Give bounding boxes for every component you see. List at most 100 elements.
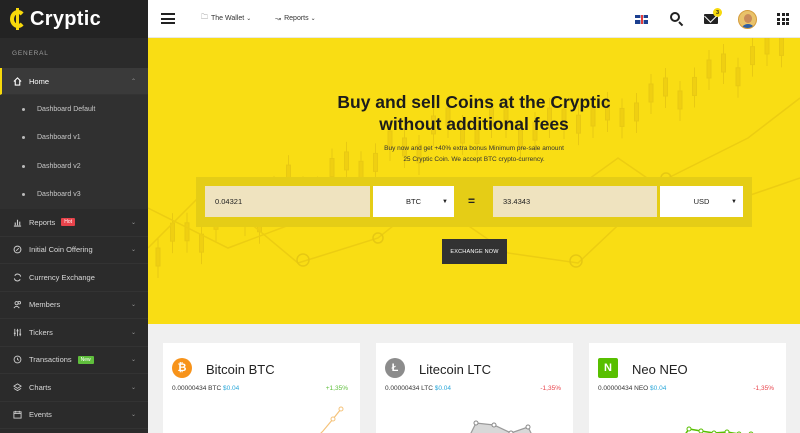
cryptic-logo-icon (10, 8, 26, 30)
mail-icon[interactable]: 3 (704, 8, 722, 24)
litecoin-icon: Ł (385, 358, 405, 378)
calendar-icon (12, 410, 23, 419)
chevron-down-icon: ⌄ (130, 412, 136, 419)
to-currency-value: USD (693, 197, 710, 206)
coin-name: Neo NEO (632, 362, 688, 377)
hero-title: Buy and sell Coins at the Cryptic withou… (148, 91, 800, 135)
hero-subtitle: Buy now and get +40% extra bonus Minimum… (368, 143, 580, 165)
sidebar-item-initial-coin-offering[interactable]: Initial Coin Offering ⌄ (0, 237, 148, 264)
coin-amount-value: 0.00000434 BTC (172, 385, 222, 392)
sidebar-item-members[interactable]: Members ⌄ (0, 292, 148, 319)
search-icon[interactable] (670, 12, 684, 27)
transactions-icon (12, 355, 23, 364)
sidebar-subitem-dashboard-v2[interactable]: Dashboard v2 (0, 152, 148, 181)
sidebar-item-label: Home (29, 76, 50, 86)
from-currency-value: BTC (406, 197, 421, 206)
caret-down-icon: ▼ (442, 198, 448, 205)
litecoin-sparkline (470, 420, 532, 433)
from-currency-select[interactable]: BTC ▼ (373, 186, 454, 217)
sidebar-item-label: Charts (29, 382, 52, 392)
coin-usd-value: $0.04 (434, 385, 452, 392)
bullet-icon (22, 164, 25, 168)
notification-badge: 3 (713, 8, 722, 17)
bitcoin-icon: ₿ (172, 358, 192, 378)
sidebar-item-events[interactable]: Events ⌄ (0, 402, 148, 429)
sidebar-item-label: Transactions (29, 355, 72, 365)
sidebar-item-label: Reports (29, 217, 56, 227)
coin-card-neo[interactable]: N Neo NEO 0.00000434 NEO $0.04 -1,35% (589, 343, 786, 433)
users-icon (12, 300, 23, 309)
coin-icon (12, 245, 23, 254)
sidebar-subitem-label: Dashboard v1 (37, 134, 81, 142)
sidebar-section-label: GENERAL (12, 50, 49, 57)
coin-usd-value: $0.04 (222, 385, 240, 392)
sidebar-item-tickers[interactable]: Tickers ⌄ (0, 319, 148, 347)
home-icon (12, 76, 23, 86)
to-currency-select[interactable]: USD ▼ (660, 186, 743, 217)
menu-toggle-icon[interactable] (161, 11, 175, 27)
sidebar-subitem-dashboard-v1[interactable]: Dashboard v1 (0, 123, 148, 152)
brand-logo[interactable]: Cryptic (0, 0, 148, 38)
caret-down-icon: ▼ (731, 198, 737, 205)
equals-sign: = (468, 194, 476, 208)
coin-amount-value: 0.00000434 NEO (598, 385, 649, 392)
wallet-menu[interactable]: 🗀 The Wallet ⌄ (201, 13, 251, 24)
sidebar-subitem-label: Dashboard Default (37, 105, 96, 113)
reports-menu-label: Reports (284, 15, 309, 22)
hero-title-line-2: without additional fees (379, 114, 569, 134)
chart-icon: ↝ (275, 15, 282, 23)
exchange-form: 0.04321 BTC ▼ = 33.4343 USD ▼ (196, 177, 752, 227)
chevron-down-icon: ⌄ (130, 219, 136, 226)
avatar[interactable] (738, 9, 757, 29)
sidebar-item-label: Initial Coin Offering (29, 245, 93, 255)
sliders-icon (12, 328, 23, 337)
hero-section: Buy and sell Coins at the Cryptic withou… (148, 38, 800, 324)
bullet-icon (22, 193, 25, 197)
wallet-menu-label: The Wallet (211, 15, 245, 22)
neo-sparkline (685, 426, 754, 433)
hot-badge: Hot (61, 218, 76, 227)
sidebar-item-transactions[interactable]: Transactions New ⌄ (0, 347, 148, 374)
bullet-icon (22, 136, 25, 140)
exchange-now-button[interactable]: EXCHANGE NOW (442, 239, 507, 264)
sidebar-subitem-label: Dashboard v2 (37, 162, 81, 170)
bar-chart-icon (12, 218, 23, 227)
sidebar-item-label: Events (29, 410, 52, 420)
hero-subtitle-line-2: 25 Cryptic Coin. We accept BTC crypto-cu… (403, 156, 545, 163)
apps-grid-icon[interactable] (777, 13, 789, 25)
sidebar-item-charts[interactable]: Charts ⌄ (0, 374, 148, 402)
coin-change: +1,35% (325, 385, 348, 392)
coin-card-bitcoin[interactable]: ₿ Bitcoin BTC 0.00000434 BTC $0.04 +1,35… (163, 343, 360, 433)
sidebar-subitem-dashboard-v3[interactable]: Dashboard v3 (0, 180, 148, 209)
to-amount-input[interactable]: 33.4343 (493, 186, 657, 217)
chevron-down-icon: ⌄ (310, 16, 316, 22)
coin-usd-value: $0.04 (650, 385, 667, 392)
bitcoin-sparkline (320, 406, 344, 433)
coin-amount-value: 0.00000434 LTC (385, 385, 433, 392)
coin-amount: 0.00000434 BTC $0.04 (172, 385, 239, 392)
chevron-down-icon: ⌄ (130, 247, 136, 254)
sidebar-item-label: Tickers (29, 327, 53, 337)
chevron-down-icon: ⌄ (130, 357, 136, 364)
reports-menu[interactable]: ↝ Reports ⌄ (275, 15, 315, 23)
coin-name: Litecoin LTC (419, 362, 492, 377)
sidebar-subitem-label: Dashboard v3 (37, 191, 81, 199)
coin-change: -1,35% (540, 385, 561, 392)
layers-icon (12, 383, 23, 392)
sidebar: Cryptic GENERAL Home ⌃ Dashboard Default… (0, 0, 148, 433)
coin-change: -1,35% (753, 385, 774, 392)
uk-flag-icon[interactable] (635, 14, 648, 24)
hero-title-line-1: Buy and sell Coins at the Cryptic (337, 92, 611, 112)
sidebar-subitem-dashboard-default[interactable]: Dashboard Default (0, 95, 148, 124)
coin-amount: 0.00000434 NEO $0.04 (598, 385, 666, 392)
sidebar-item-reports[interactable]: Reports Hot ⌄ (0, 209, 148, 237)
sidebar-item-home[interactable]: Home ⌃ (0, 68, 148, 95)
coin-amount: 0.00000434 LTC $0.04 (385, 385, 451, 392)
from-amount-input[interactable]: 0.04321 (205, 186, 370, 217)
chevron-up-icon: ⌃ (130, 78, 136, 85)
coin-card-litecoin[interactable]: Ł Litecoin LTC 0.00000434 LTC $0.04 -1,3… (376, 343, 573, 433)
bullet-icon (22, 107, 25, 111)
sidebar-item-currency-exchange[interactable]: Currency Exchange (0, 264, 148, 292)
hero-subtitle-line-1: Buy now and get +40% extra bonus Minimum… (384, 145, 564, 152)
brand-name: Cryptic (30, 7, 102, 30)
